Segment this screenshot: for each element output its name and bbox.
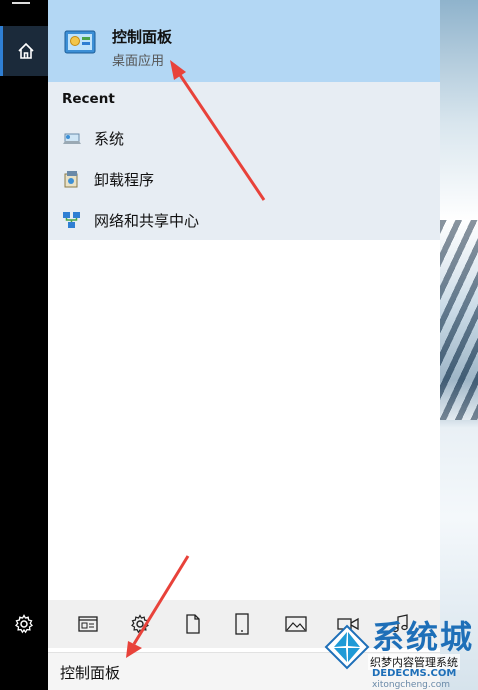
settings-filter-button[interactable] (128, 612, 152, 636)
home-icon (17, 42, 34, 59)
photo-icon (285, 616, 307, 632)
recent-item-system[interactable]: 系统 (48, 118, 440, 158)
uninstall-program-icon (64, 171, 78, 188)
best-match-item[interactable]: 控制面板 桌面应用 (48, 0, 440, 82)
start-sidebar (0, 0, 48, 690)
gear-icon (131, 614, 149, 634)
watermark-url: xitongcheng.com (372, 680, 450, 690)
folders-filter-button[interactable] (230, 612, 254, 636)
apps-icon (78, 616, 98, 632)
recent-item-uninstall[interactable]: 卸载程序 (48, 159, 440, 199)
network-sharing-icon (63, 212, 80, 228)
control-panel-icon (64, 30, 96, 54)
document-icon (186, 614, 200, 634)
recent-item-label: 系统 (94, 130, 125, 148)
best-match-title: 控制面板 (112, 28, 173, 46)
menu-icon[interactable] (12, 2, 30, 4)
recent-section: Recent 系统 卸载程序 网络和共享中心 (48, 82, 440, 240)
photos-filter-button[interactable] (284, 612, 308, 636)
desktop-wallpaper (440, 0, 478, 690)
documents-filter-button[interactable] (181, 612, 205, 636)
watermark-line2: DEDECMS.COM (372, 668, 457, 679)
recent-item-label: 网络和共享中心 (94, 212, 200, 230)
settings-button[interactable] (0, 600, 48, 648)
tablet-icon (235, 613, 249, 635)
recent-heading: Recent (62, 91, 115, 107)
apps-filter-button[interactable] (76, 612, 100, 636)
recent-item-label: 卸载程序 (94, 171, 155, 189)
gear-icon (15, 614, 33, 634)
home-button[interactable] (0, 26, 48, 76)
system-icon (63, 133, 81, 144)
recent-item-network[interactable]: 网络和共享中心 (48, 200, 440, 240)
search-results-panel: 控制面板 桌面应用 Recent 系统 卸载程序 网络和共享中心 控制面板 (48, 0, 440, 690)
best-match-subtitle: 桌面应用 (112, 54, 165, 69)
watermark-title: 系统城 (372, 618, 475, 656)
watermark: 系统城 织梦内容管理系统 DEDECMS.COM xitongcheng.com (322, 612, 478, 690)
windows-logo-icon (324, 624, 370, 670)
